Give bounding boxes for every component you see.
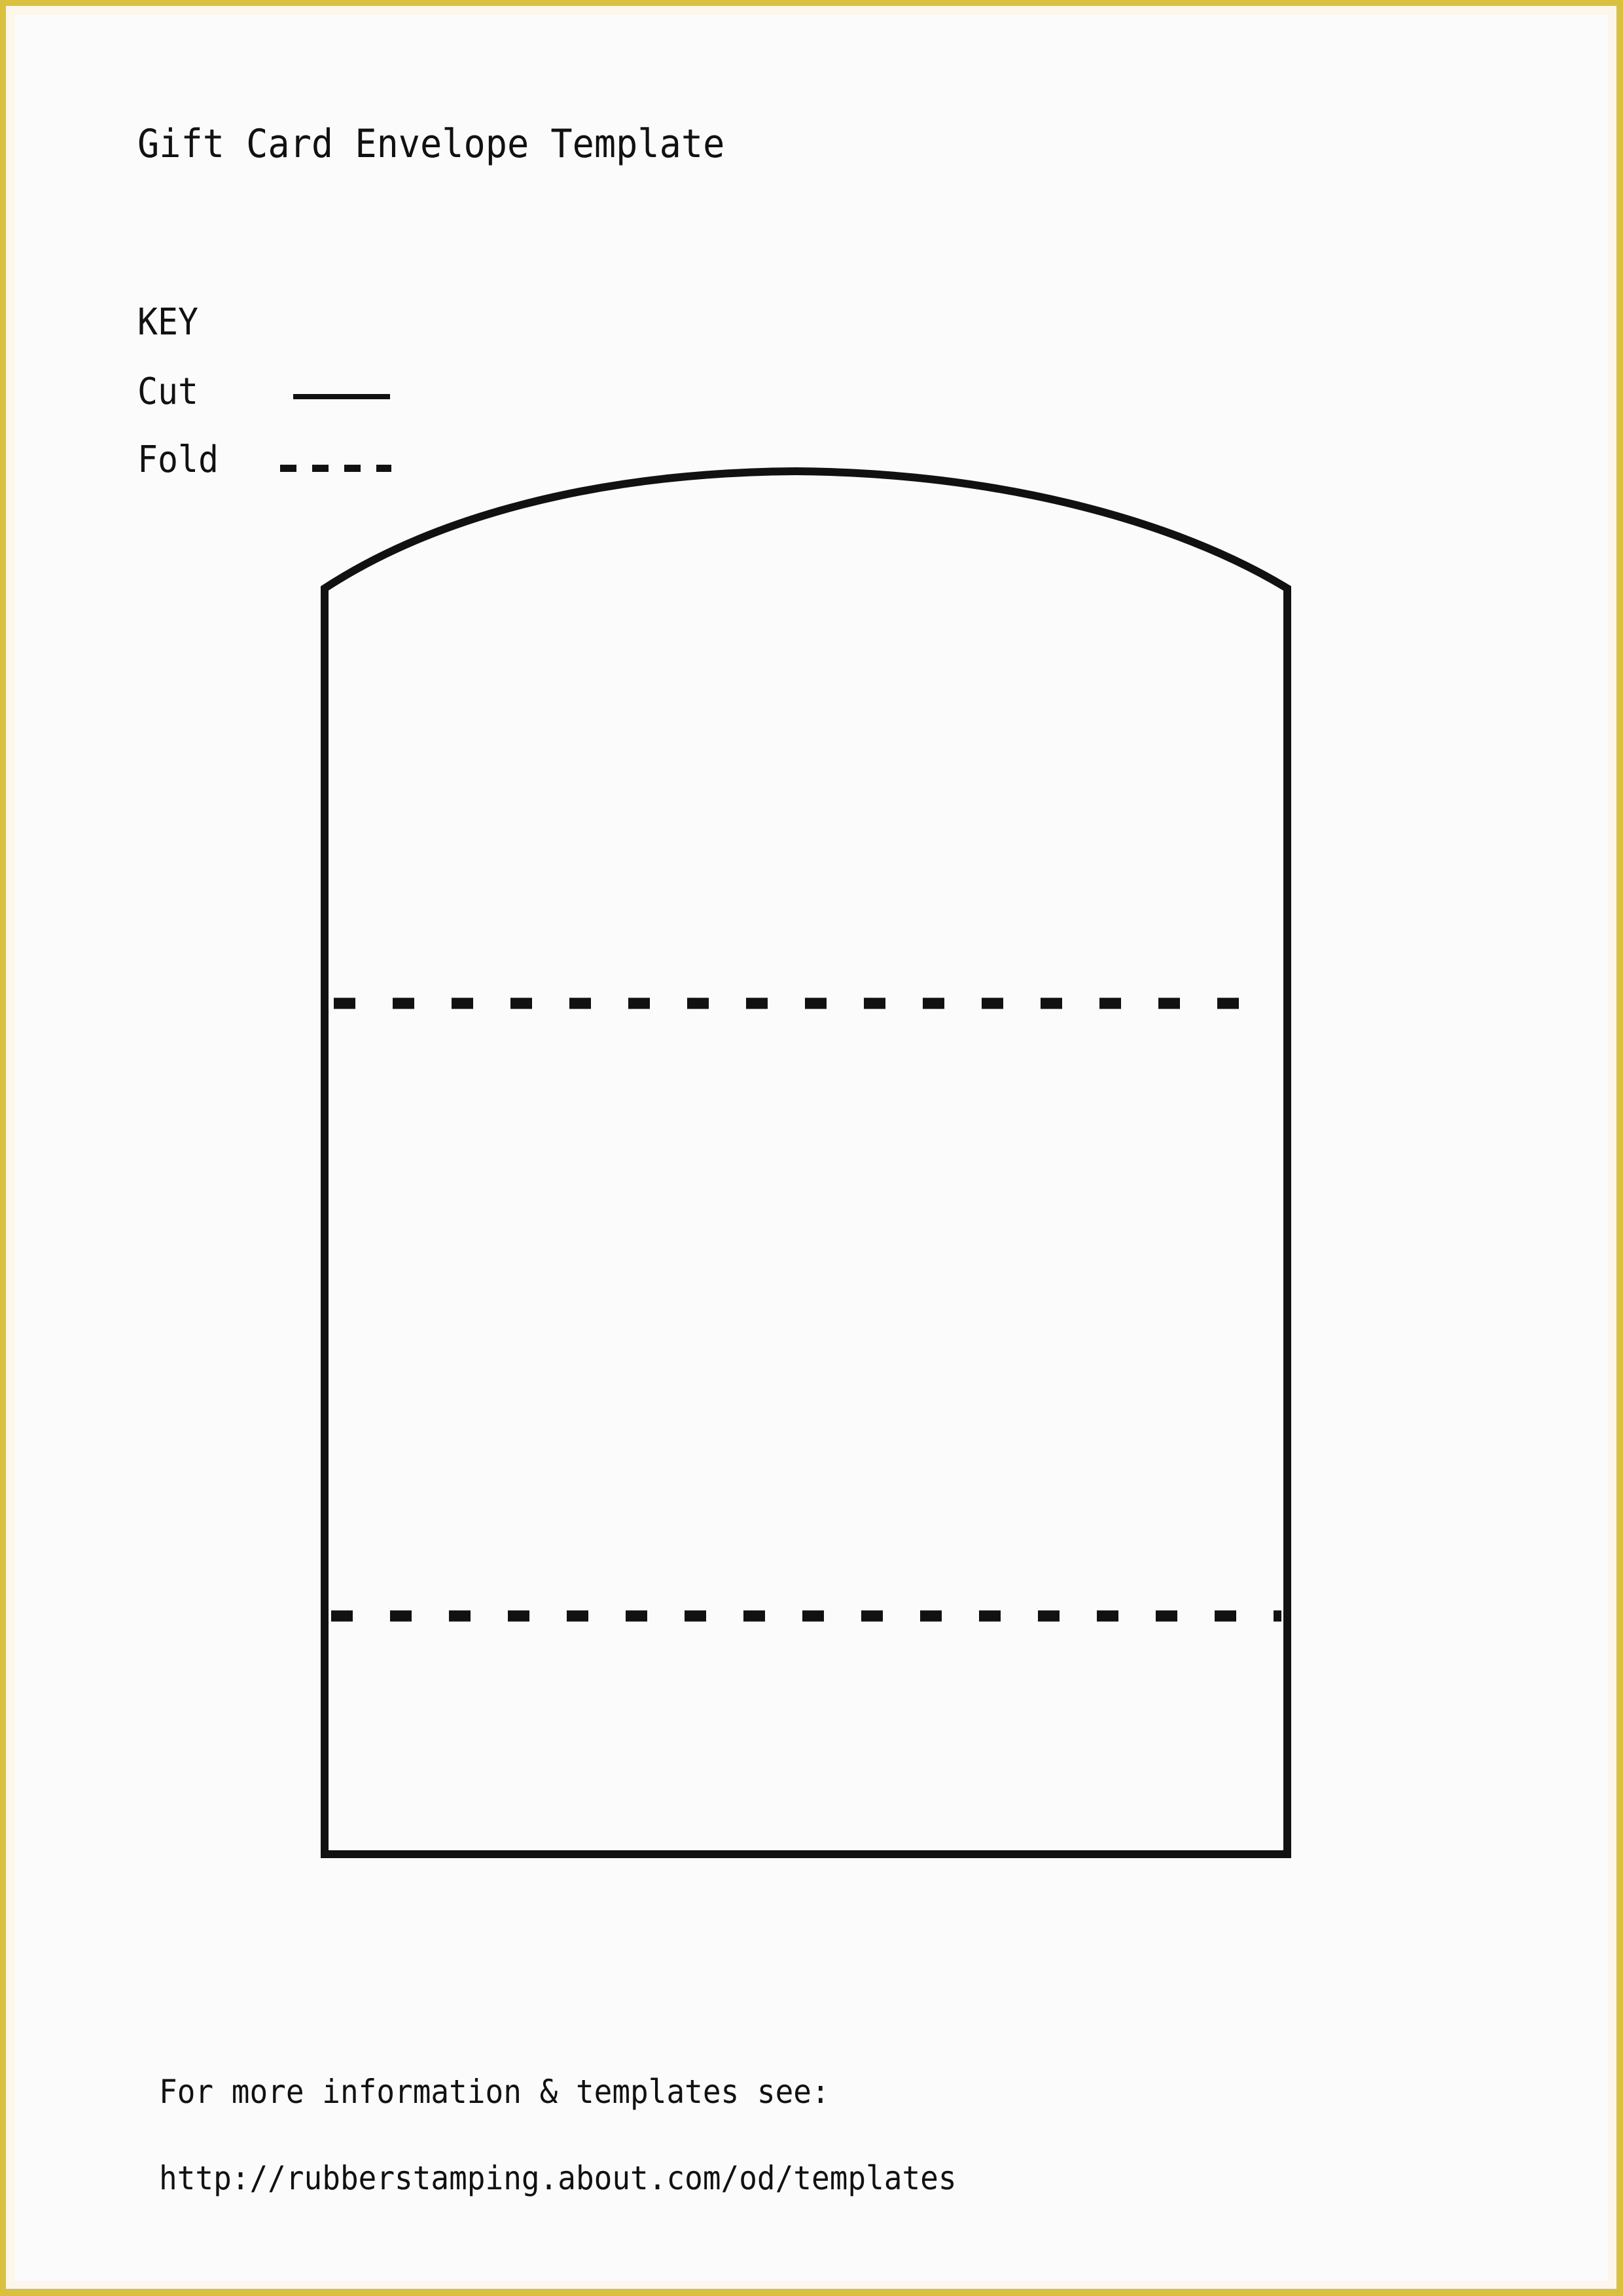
page-border-top (0, 0, 1623, 6)
page-inner-halo-top (6, 6, 1616, 15)
page-inner-halo-bottom (6, 2281, 1616, 2289)
page-border-bottom (0, 2289, 1623, 2296)
page-border-right (1616, 0, 1623, 2296)
envelope-template-drawing (321, 467, 1291, 1858)
page-inner-halo-left (6, 6, 15, 2290)
page-border-left (0, 0, 6, 2296)
template-page: Gift Card Envelope Template KEY Cut Fold… (0, 0, 1623, 2296)
envelope-cut-outline (321, 467, 1291, 1858)
page-inner-halo-right (1608, 6, 1616, 2290)
